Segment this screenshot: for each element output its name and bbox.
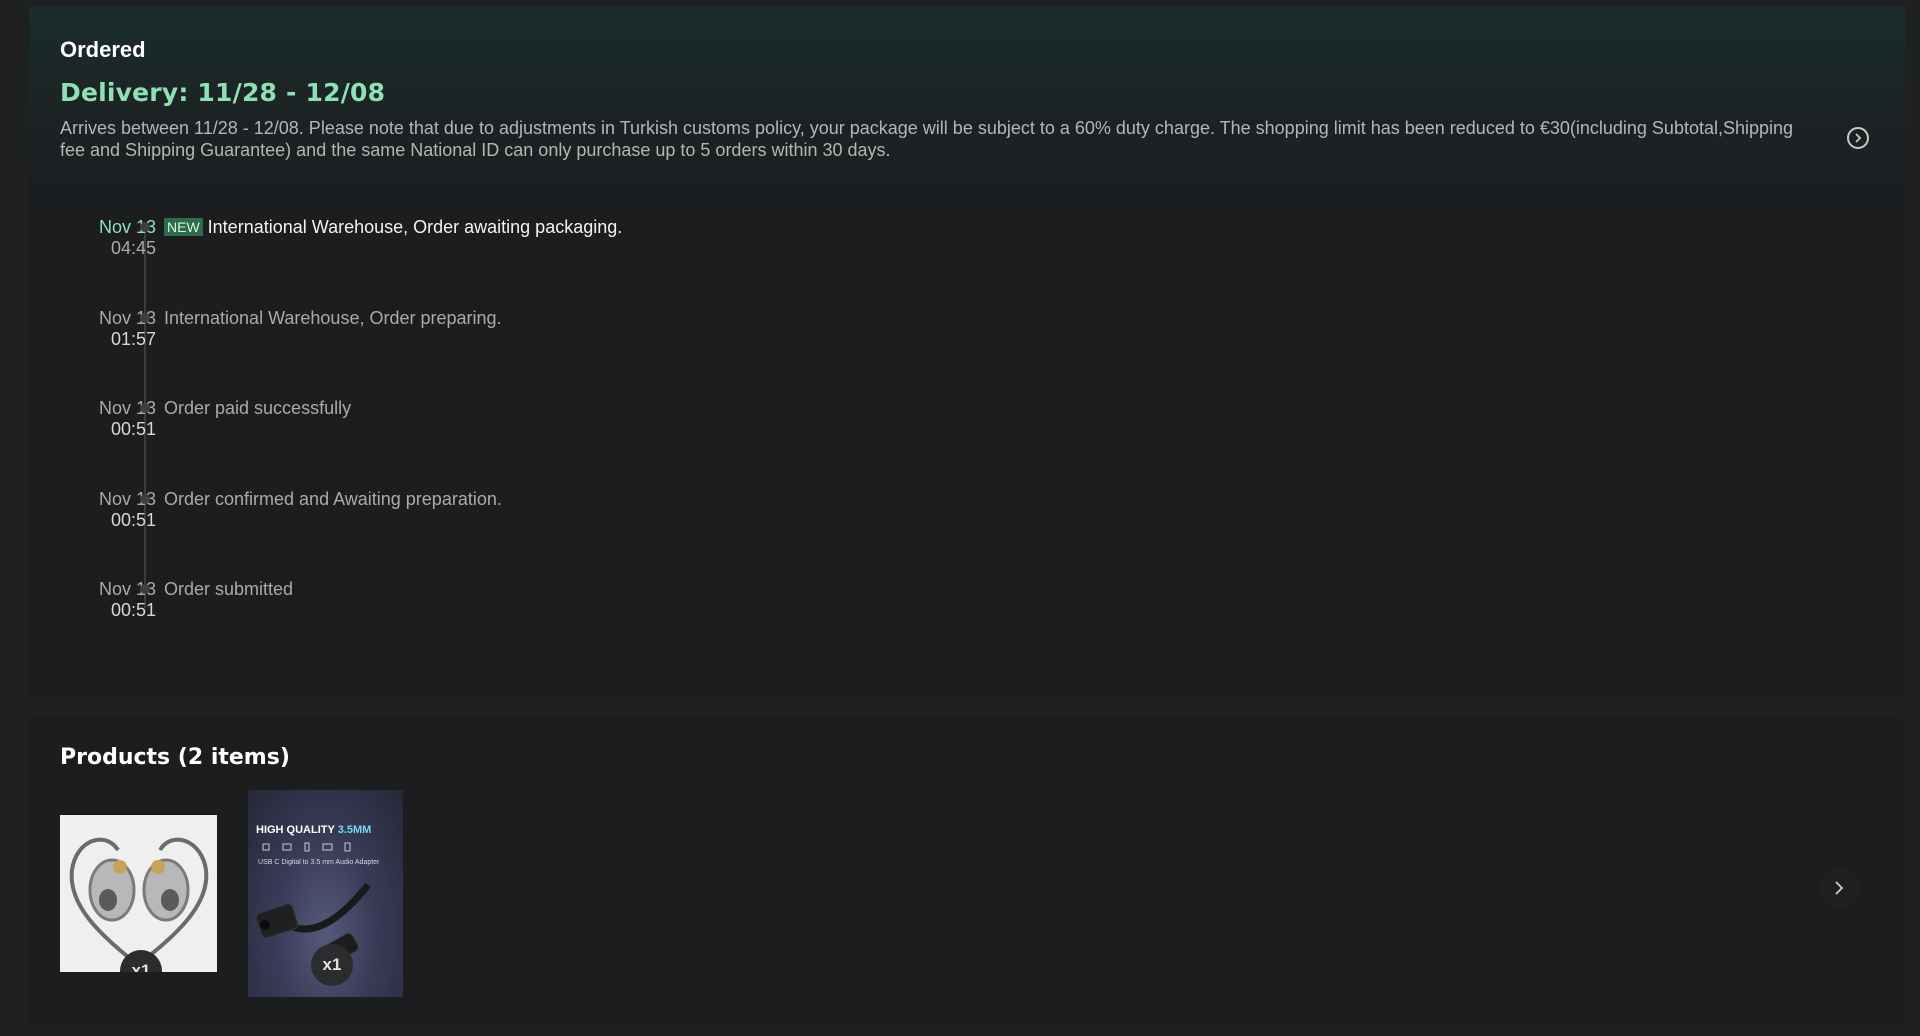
product-thumbnail-audio-adapter[interactable]: HIGH QUALITY 3.5MM USB C Digital to 3.5 …: [248, 790, 403, 997]
products-card: Products (2 items) x1 HIGH QUALITY 3.5MM: [29, 718, 1905, 1025]
timeline-text-label: International Warehouse, Order awaiting …: [207, 217, 623, 237]
products-title: Products (2 items): [60, 745, 290, 770]
delivery-window-title: Delivery: 11/28 - 12/08: [60, 78, 386, 107]
order-status-card: Ordered Delivery: 11/28 - 12/08 Arrives …: [29, 6, 1905, 695]
quantity-badge: x1: [311, 944, 353, 986]
product-thumbnail-earphones[interactable]: x1: [60, 815, 217, 972]
order-status-title: Ordered: [60, 37, 146, 62]
timeline-dot: [140, 222, 150, 232]
timeline-time: 00:51: [110, 510, 156, 530]
timeline-dot: [140, 313, 150, 323]
timeline-text: Order paid successfully: [164, 398, 352, 418]
timeline-dot: [140, 403, 150, 413]
new-badge: NEW: [164, 218, 203, 236]
timeline-time: 00:51: [110, 419, 156, 439]
timeline-time: 01:57: [110, 329, 156, 349]
order-detail-page: Ordered Delivery: 11/28 - 12/08 Arrives …: [0, 0, 1920, 1036]
earphones-image: [60, 815, 217, 972]
chevron-right-icon[interactable]: [1819, 868, 1859, 908]
timeline-text: NEW International Warehouse, Order awaiti…: [164, 217, 622, 238]
timeline-time: 00:51: [110, 600, 156, 620]
timeline-dot: [140, 584, 150, 594]
timeline-dot: [140, 494, 150, 504]
timeline-text: Order submitted: [164, 579, 294, 599]
timeline-text: International Warehouse, Order preparing…: [164, 308, 502, 328]
delivery-description: Arrives between 11/28 - 12/08. Please no…: [60, 118, 1794, 160]
timeline-time: 04:45: [110, 238, 156, 258]
chevron-right-circle-icon[interactable]: [1847, 127, 1869, 149]
timeline-text: Order confirmed and Awaiting preparation…: [164, 489, 502, 509]
